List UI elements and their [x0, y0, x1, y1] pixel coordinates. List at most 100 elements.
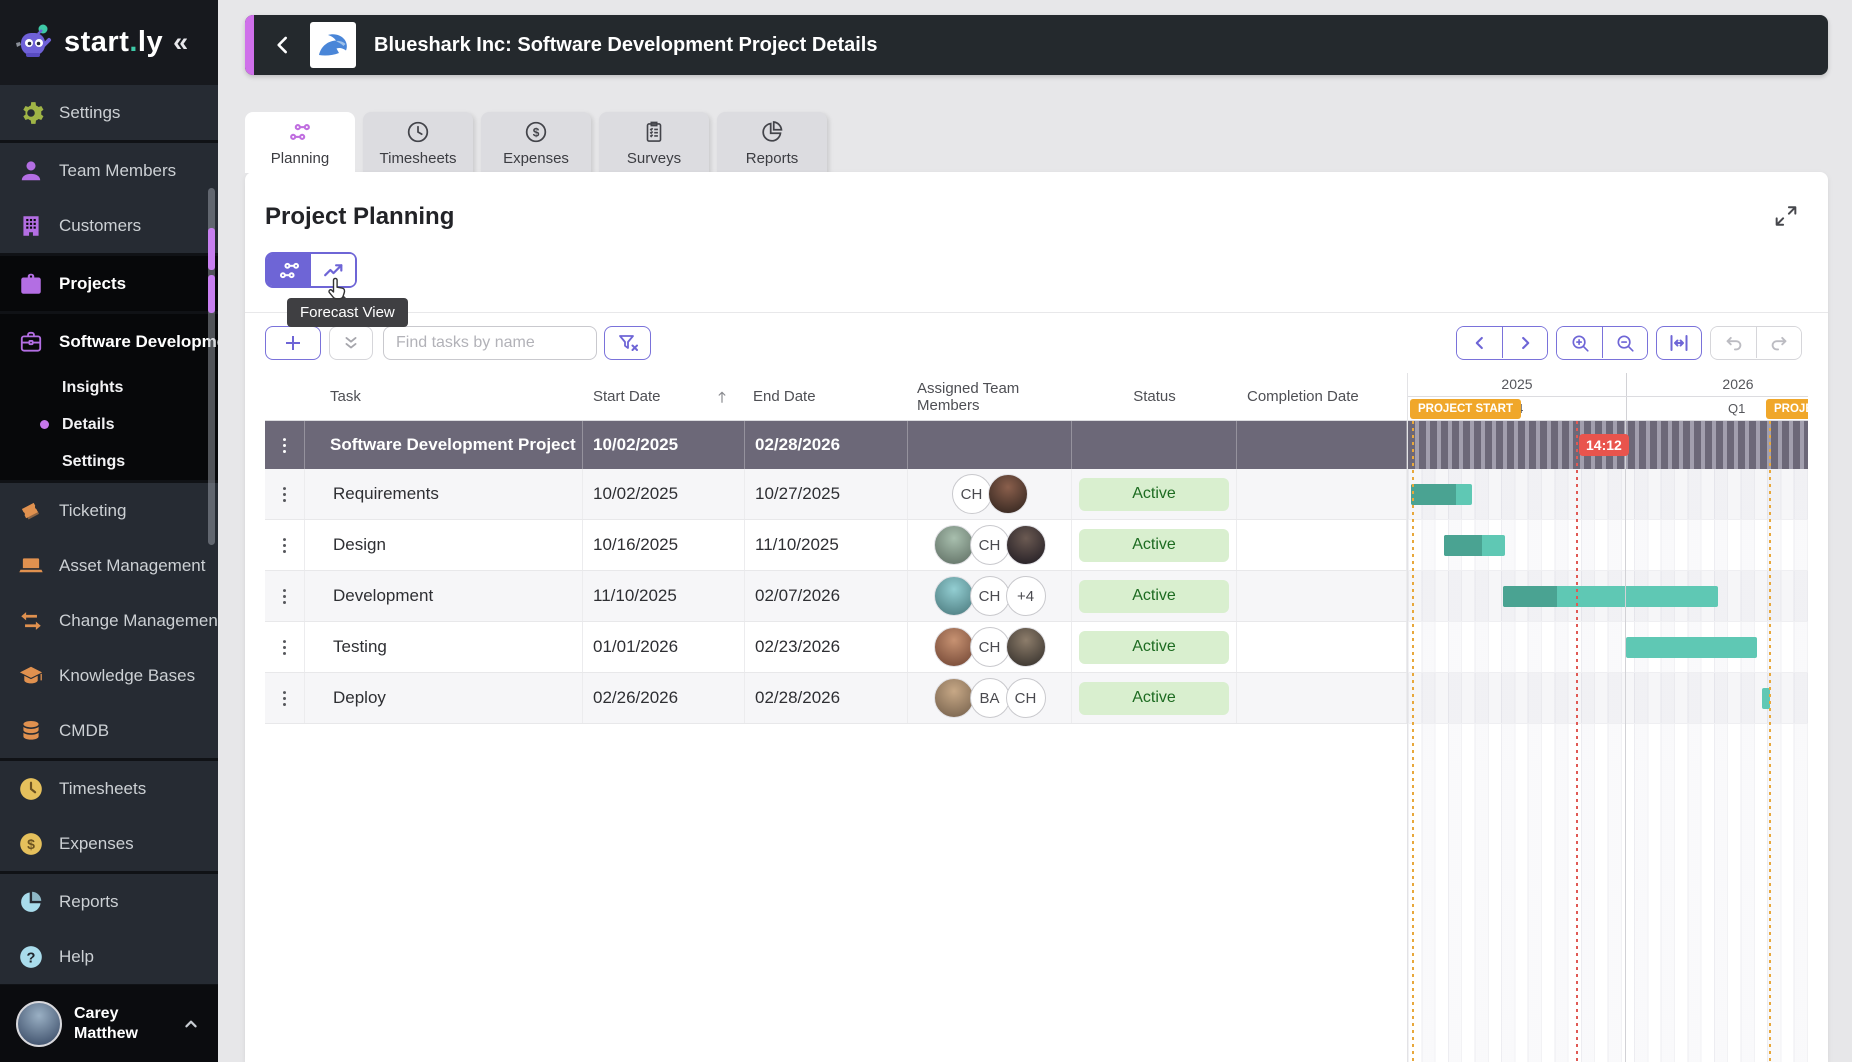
sidebar-item-expenses[interactable]: $Expenses [0, 816, 218, 871]
add-task-button[interactable] [265, 326, 321, 360]
member-photo-avatar[interactable] [988, 474, 1028, 514]
gantt-task-bar[interactable] [1626, 637, 1757, 658]
sidebar-subitem-insights[interactable]: Insights [0, 369, 218, 406]
table-row[interactable]: Deploy02/26/202602/28/2026BACHActive [265, 673, 1407, 724]
current-time-badge: 14:12 [1579, 434, 1629, 456]
table-row[interactable]: Requirements10/02/202510/27/2025CHActive [265, 469, 1407, 520]
status-badge: Active [1079, 478, 1229, 511]
member-photo-avatar[interactable] [934, 525, 974, 565]
help-filled-icon: ? [18, 944, 44, 970]
kebab-icon [274, 688, 295, 709]
tab-expenses[interactable]: $Expenses [481, 112, 591, 173]
sidebar-item-help[interactable]: ?Help [0, 929, 218, 984]
tab-surveys[interactable]: Surveys [599, 112, 709, 173]
start-date-cell: 10/02/2025 [583, 469, 745, 519]
expand-icon[interactable] [1772, 202, 1802, 232]
sidebar-item-ticketing[interactable]: Ticketing [0, 483, 218, 538]
tab-timesheets[interactable]: Timesheets [363, 112, 473, 173]
table-row[interactable]: Design10/16/202511/10/2025CHActive [265, 520, 1407, 571]
sidebar-subitem-details[interactable]: Details [0, 406, 218, 443]
tab-reports[interactable]: Reports [717, 112, 827, 173]
sidebar-collapse-icon[interactable]: « [173, 27, 188, 58]
scroll-left-button[interactable] [1457, 327, 1502, 358]
sidebar-item-cmdb[interactable]: CMDB [0, 703, 218, 758]
end-date-cell: 02/28/2026 [745, 673, 908, 723]
sidebar-item-customers[interactable]: Customers [0, 198, 218, 253]
member-photo-avatar[interactable] [934, 576, 974, 616]
sidebar-item-projects[interactable]: Projects [0, 256, 218, 311]
column-header-completion-date[interactable]: Completion Date [1237, 373, 1407, 420]
gantt-task-bar[interactable] [1411, 484, 1472, 505]
sidebar-group: Team MembersCustomers [0, 143, 218, 256]
milestone-view-button[interactable] [267, 254, 311, 286]
member-initials-avatar[interactable]: CH [952, 474, 992, 514]
member-initials-avatar[interactable]: CH [1006, 678, 1046, 718]
more-members-badge[interactable]: +4 [1006, 576, 1046, 616]
table-row[interactable]: Development11/10/202502/07/2026CH+4Activ… [265, 571, 1407, 622]
tab-planning[interactable]: Planning [245, 112, 355, 173]
pie-filled-icon [18, 889, 44, 915]
sidebar-item-asset-management[interactable]: Asset Management [0, 538, 218, 593]
table-row[interactable]: Testing01/01/202602/23/2026CHActive [265, 622, 1407, 673]
sidebar-item-team-members[interactable]: Team Members [0, 143, 218, 198]
undo-button[interactable] [1711, 327, 1756, 358]
status-cell: Active [1072, 673, 1237, 723]
column-header-label: Assigned Team Members [917, 380, 1072, 414]
member-photo-avatar[interactable] [1006, 627, 1046, 667]
app-logo[interactable]: start.ly « [0, 0, 218, 85]
search-input[interactable] [383, 326, 597, 360]
sidebar-item-reports[interactable]: Reports [0, 874, 218, 929]
sidebar-subitem-label: Settings [62, 453, 125, 471]
row-menu-button[interactable] [265, 673, 305, 723]
column-header-task[interactable]: Task [305, 373, 583, 420]
zoom-in-button[interactable] [1557, 327, 1602, 358]
section-title: Project Planning [265, 203, 454, 231]
zoom-out-button[interactable] [1602, 327, 1647, 358]
sort-up-icon[interactable] [713, 388, 731, 406]
column-header-assigned-team-members[interactable]: Assigned Team Members [908, 373, 1072, 420]
sidebar-item-change-management[interactable]: Change Management [0, 593, 218, 648]
completion-date-cell [1237, 520, 1407, 570]
sidebar-item-label: Ticketing [59, 501, 126, 521]
completion-date-cell [1237, 421, 1407, 469]
user-avatar [16, 1001, 62, 1047]
project-summary-row[interactable]: Software Development Project10/02/202502… [265, 421, 1407, 469]
user-menu[interactable]: Carey Matthew [0, 985, 218, 1062]
row-menu-button[interactable] [265, 520, 305, 570]
member-initials-avatar[interactable]: CH [970, 627, 1010, 667]
fit-to-width-button[interactable] [1656, 326, 1702, 360]
sidebar-item-label: CMDB [59, 721, 109, 741]
clear-filter-button[interactable] [604, 326, 651, 360]
row-menu-button[interactable] [265, 622, 305, 672]
back-button[interactable] [270, 32, 296, 58]
row-menu-button[interactable] [265, 421, 305, 469]
chevron-up-icon[interactable] [180, 1013, 202, 1035]
column-header-end-date[interactable]: End Date [745, 373, 908, 420]
member-photo-avatar[interactable] [934, 678, 974, 718]
sidebar-item-settings[interactable]: Settings [0, 85, 218, 140]
scroll-right-button[interactable] [1502, 327, 1547, 358]
shark-icon [313, 25, 353, 65]
gantt-task-bar[interactable] [1503, 586, 1718, 607]
sidebar-item-knowledge-bases[interactable]: Knowledge Bases [0, 648, 218, 703]
sidebar-item-timesheets[interactable]: Timesheets [0, 761, 218, 816]
row-menu-button[interactable] [265, 571, 305, 621]
collapse-all-button[interactable] [329, 326, 373, 360]
end-date-cell: 02/28/2026 [745, 421, 908, 469]
gantt-task-bar[interactable] [1444, 535, 1505, 556]
member-initials-avatar[interactable]: CH [970, 576, 1010, 616]
column-header-status[interactable]: Status [1072, 373, 1237, 420]
column-header-label: Start Date [593, 388, 661, 405]
member-photo-avatar[interactable] [1006, 525, 1046, 565]
sidebar-subitem-project-settings[interactable]: Settings [0, 443, 218, 480]
redo-button[interactable] [1756, 327, 1801, 358]
member-initials-avatar[interactable]: CH [970, 525, 1010, 565]
forecast-view-button[interactable] [311, 254, 355, 286]
sidebar-item-software-development[interactable]: Software Development [0, 314, 218, 369]
column-header-start-date[interactable]: Start Date [583, 373, 745, 420]
column-header-label: Completion Date [1247, 388, 1359, 405]
row-menu-button[interactable] [265, 469, 305, 519]
member-photo-avatar[interactable] [934, 627, 974, 667]
gantt-task-progress [1411, 484, 1456, 505]
member-initials-avatar[interactable]: BA [970, 678, 1010, 718]
